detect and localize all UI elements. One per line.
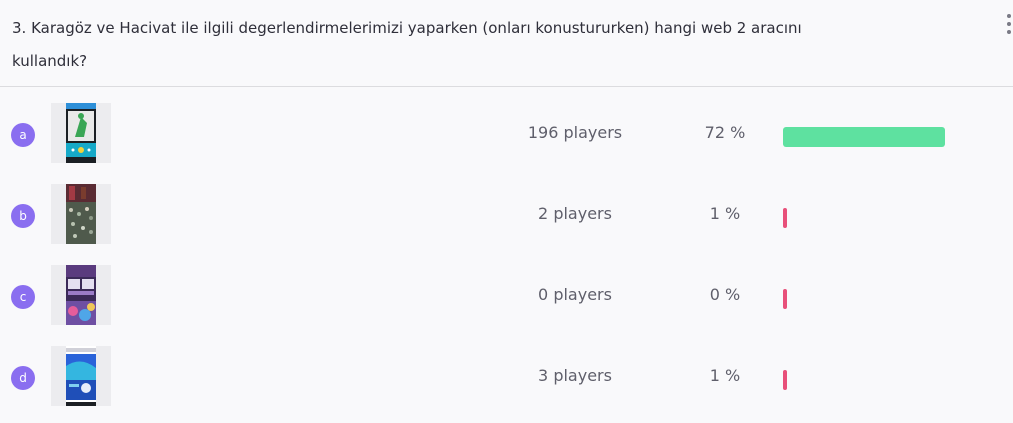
answer-image-thumbnail[interactable] [51, 265, 111, 325]
player-count: 3 players [538, 366, 612, 385]
player-count: 2 players [538, 204, 612, 223]
player-count: 196 players [527, 123, 623, 142]
question-text: 3. Karagöz ve Hacivat ile ilgili degerle… [12, 19, 802, 70]
app-screenshot-green-figure-icon [66, 103, 96, 163]
answer-row-c: c 0 players 0 % [0, 265, 1013, 327]
player-count: 0 players [538, 285, 612, 304]
more-options-icon[interactable] [1007, 14, 1013, 34]
percentage: 1 % [709, 204, 741, 223]
app-screenshot-blue-icon [66, 346, 96, 406]
result-bar-track [783, 370, 1008, 390]
result-bar-track [783, 127, 1008, 147]
result-bar-track [783, 208, 1008, 228]
answer-image-thumbnail[interactable] [51, 103, 111, 163]
percentage: 0 % [709, 285, 741, 304]
answer-image-thumbnail[interactable] [51, 346, 111, 406]
percentage: 72 % [704, 123, 746, 142]
answer-row-b: b 2 players 1 % [0, 184, 1013, 246]
result-bar-fill [783, 208, 787, 228]
result-bar-fill [783, 289, 787, 309]
answer-row-a: a 196 players 72 % [0, 103, 1013, 165]
question-header: 3. Karagöz ve Hacivat ile ilgili degerle… [0, 0, 1013, 87]
answer-letter-badge: d [11, 366, 35, 390]
result-bar-fill [783, 370, 787, 390]
percentage: 1 % [709, 366, 741, 385]
answer-image-thumbnail[interactable] [51, 184, 111, 244]
app-screenshot-purple-icon [66, 265, 96, 325]
answer-row-d: d 3 players 1 % [0, 346, 1013, 408]
result-bar-fill [783, 127, 945, 147]
result-bar-track [783, 289, 1008, 309]
photo-crowd-icon [66, 184, 96, 244]
answer-letter-badge: a [11, 123, 35, 147]
answer-letter-badge: c [11, 285, 35, 309]
answer-letter-badge: b [11, 204, 35, 228]
